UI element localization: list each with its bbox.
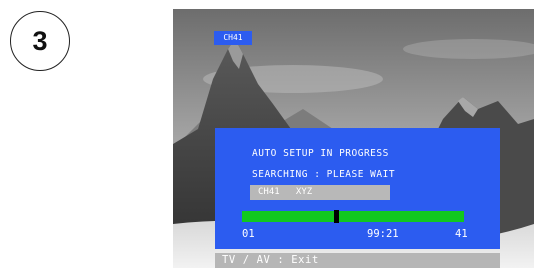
progress-bar [242, 210, 464, 223]
progress-marker [334, 210, 340, 223]
status-message: SEARCHING : PLEASE WAIT [252, 169, 396, 180]
exit-hint-bar: TV / AV : Exit [215, 253, 500, 268]
tv-screen: CH41 AUTO SETUP IN PROGRESS SEARCHING : … [173, 9, 534, 268]
progress-current-label: 99:21 [367, 228, 399, 240]
step-number-badge: 3 [10, 11, 70, 71]
progress-start-label: 01 [242, 228, 255, 240]
progress-end-label: 41 [455, 228, 468, 240]
status-heading: AUTO SETUP IN PROGRESS [252, 148, 389, 159]
auto-setup-dialog: AUTO SETUP IN PROGRESS SEARCHING : PLEAS… [215, 128, 500, 249]
channel-indicator: CH41 [214, 31, 252, 45]
channel-name-field: CH41 XYZ [250, 185, 390, 200]
